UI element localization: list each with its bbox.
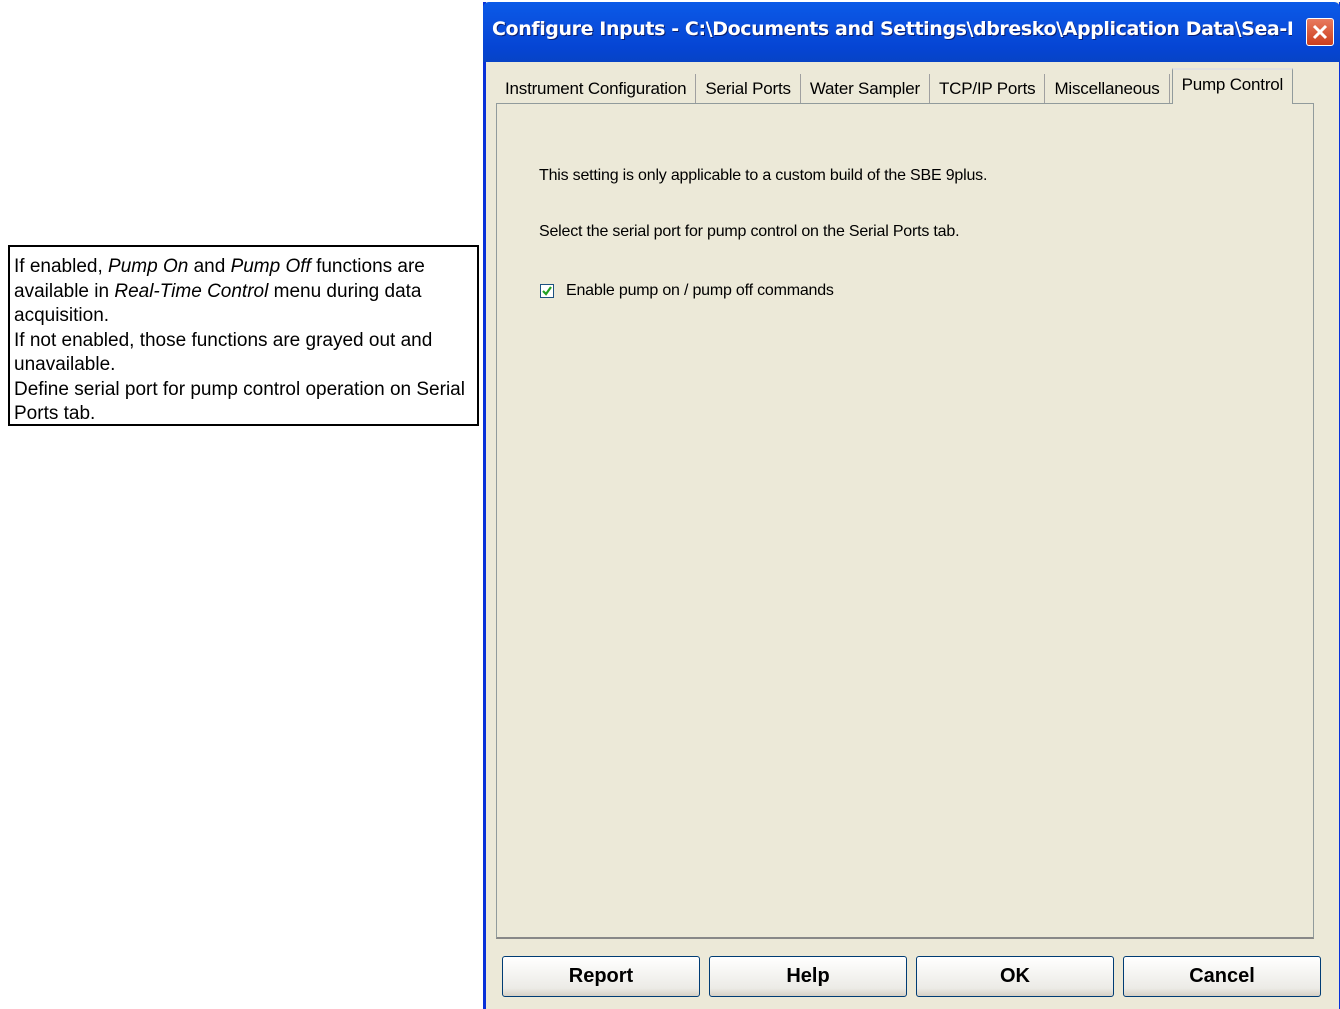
configure-inputs-dialog: Configure Inputs - C:\Documents and Sett… (483, 2, 1340, 1009)
dialog-button-row: Report Help OK Cancel (502, 956, 1321, 1000)
tab-water-sampler[interactable]: Water Sampler (801, 74, 930, 104)
enable-pump-commands-row[interactable]: Enable pump on / pump off commands (540, 282, 834, 300)
report-button[interactable]: Report (502, 956, 700, 997)
info-text-serial-port: Select the serial port for pump control … (539, 223, 960, 240)
ok-button[interactable]: OK (916, 956, 1114, 997)
tab-instrument-configuration[interactable]: Instrument Configuration (496, 74, 697, 104)
checkmark-icon (542, 286, 552, 296)
callout-paragraph-1: If enabled, Pump On and Pump Off functio… (14, 255, 471, 329)
tab-serial-ports[interactable]: Serial Ports (696, 74, 801, 104)
help-button[interactable]: Help (709, 956, 907, 997)
callout-paragraph-3: Define serial port for pump control oper… (14, 378, 465, 425)
close-button[interactable] (1306, 18, 1334, 46)
close-icon (1312, 24, 1328, 40)
callout-text: If enabled, (14, 256, 109, 277)
callout-paragraph-2: If not enabled, those functions are gray… (14, 329, 433, 376)
cancel-button[interactable]: Cancel (1123, 956, 1321, 997)
pump-control-panel: This setting is only applicable to a cus… (496, 103, 1314, 939)
window-title: Configure Inputs - C:\Documents and Sett… (492, 18, 1292, 40)
enable-pump-commands-label: Enable pump on / pump off commands (566, 282, 834, 299)
page: If enabled, Pump On and Pump Off functio… (0, 0, 1340, 1009)
enable-pump-commands-checkbox[interactable] (540, 284, 554, 298)
info-text-custom-build: This setting is only applicable to a cus… (539, 167, 988, 184)
callout-text-italic: Pump Off (230, 256, 311, 277)
tab-tcp-ip-ports[interactable]: TCP/IP Ports (930, 74, 1046, 104)
annotation-callout: If enabled, Pump On and Pump Off functio… (8, 245, 479, 426)
title-bar[interactable]: Configure Inputs - C:\Documents and Sett… (483, 2, 1340, 62)
callout-text-italic: Pump On (108, 256, 189, 277)
tab-strip: Instrument Configuration Serial Ports Wa… (496, 68, 1294, 104)
callout-text-italic: Real-Time Control (114, 280, 269, 302)
tab-miscellaneous[interactable]: Miscellaneous (1045, 74, 1170, 104)
callout-text: and (188, 256, 231, 277)
tab-pump-control[interactable]: Pump Control (1171, 68, 1294, 104)
